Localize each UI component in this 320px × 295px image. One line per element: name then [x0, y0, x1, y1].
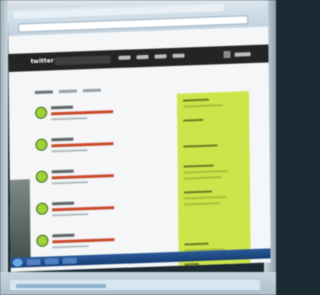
- nav-links: [118, 53, 185, 60]
- sidebar-line: [183, 176, 222, 180]
- second-monitor: [0, 272, 276, 295]
- search-input: [54, 55, 111, 66]
- monitor-screen: twitter: [8, 0, 271, 272]
- avatar: [36, 234, 49, 247]
- timeline-tab: [34, 90, 53, 95]
- tweet: [35, 165, 156, 193]
- timeline-tab: [58, 89, 77, 94]
- sidebar-line: [183, 104, 224, 108]
- sidebar-line: [184, 202, 221, 206]
- tweet-meta: [52, 245, 89, 249]
- tweet-author: [52, 201, 75, 206]
- tweet-meta: [51, 149, 88, 153]
- tweet-meta: [52, 213, 89, 217]
- nav-link: [136, 54, 149, 60]
- taskbar-item: [26, 258, 41, 266]
- tweet-meta: [51, 117, 88, 121]
- tweet-author: [51, 169, 74, 174]
- timeline-tabs: [34, 88, 101, 95]
- tweet-author: [51, 137, 74, 142]
- tweet: [36, 197, 156, 225]
- sidebar-line: [184, 196, 227, 200]
- sidebar-line: [182, 98, 210, 102]
- avatar: [35, 170, 48, 183]
- tweet-author: [51, 105, 74, 110]
- taskbar-item: [62, 257, 77, 265]
- tweet-text: [51, 142, 114, 148]
- taskbar-item: [44, 258, 59, 265]
- tweet: [35, 101, 155, 129]
- avatar: [223, 50, 231, 59]
- timeline-tab: [82, 88, 101, 93]
- sidebar-line: [183, 118, 204, 122]
- avatar: [36, 202, 49, 215]
- photo: twitter: [0, 0, 276, 295]
- sidebar-line: [183, 190, 212, 194]
- page-content: [27, 65, 251, 272]
- second-monitor-tab: [16, 284, 106, 288]
- sidebar-line: [183, 144, 218, 148]
- sidebar-panel: [176, 91, 251, 272]
- address-bar: [18, 15, 249, 33]
- avatar: [35, 138, 48, 152]
- nav-link: [172, 53, 185, 58]
- avatar: [35, 106, 48, 120]
- tweet-text: [52, 206, 115, 212]
- tweet-meta: [51, 181, 88, 185]
- sidebar-line: [183, 169, 228, 174]
- sidebar-line: [183, 164, 214, 168]
- sidebar-line: [184, 263, 199, 266]
- desktop-wallpaper: [9, 179, 31, 260]
- account-name: [234, 51, 251, 57]
- nav-link: [118, 55, 131, 60]
- sidebar-line: [184, 242, 209, 246]
- account-menu: [223, 50, 251, 59]
- tweet: [35, 133, 155, 161]
- tweet-text: [51, 110, 114, 116]
- tweet-author: [52, 233, 75, 238]
- tweet-text: [51, 174, 114, 180]
- timeline: [27, 67, 159, 272]
- nav-link: [154, 54, 167, 59]
- site-logo: twitter: [30, 57, 54, 66]
- tweet-text: [52, 238, 115, 244]
- start-button-icon: [12, 258, 23, 267]
- monitor-bezel-left: [0, 0, 8, 295]
